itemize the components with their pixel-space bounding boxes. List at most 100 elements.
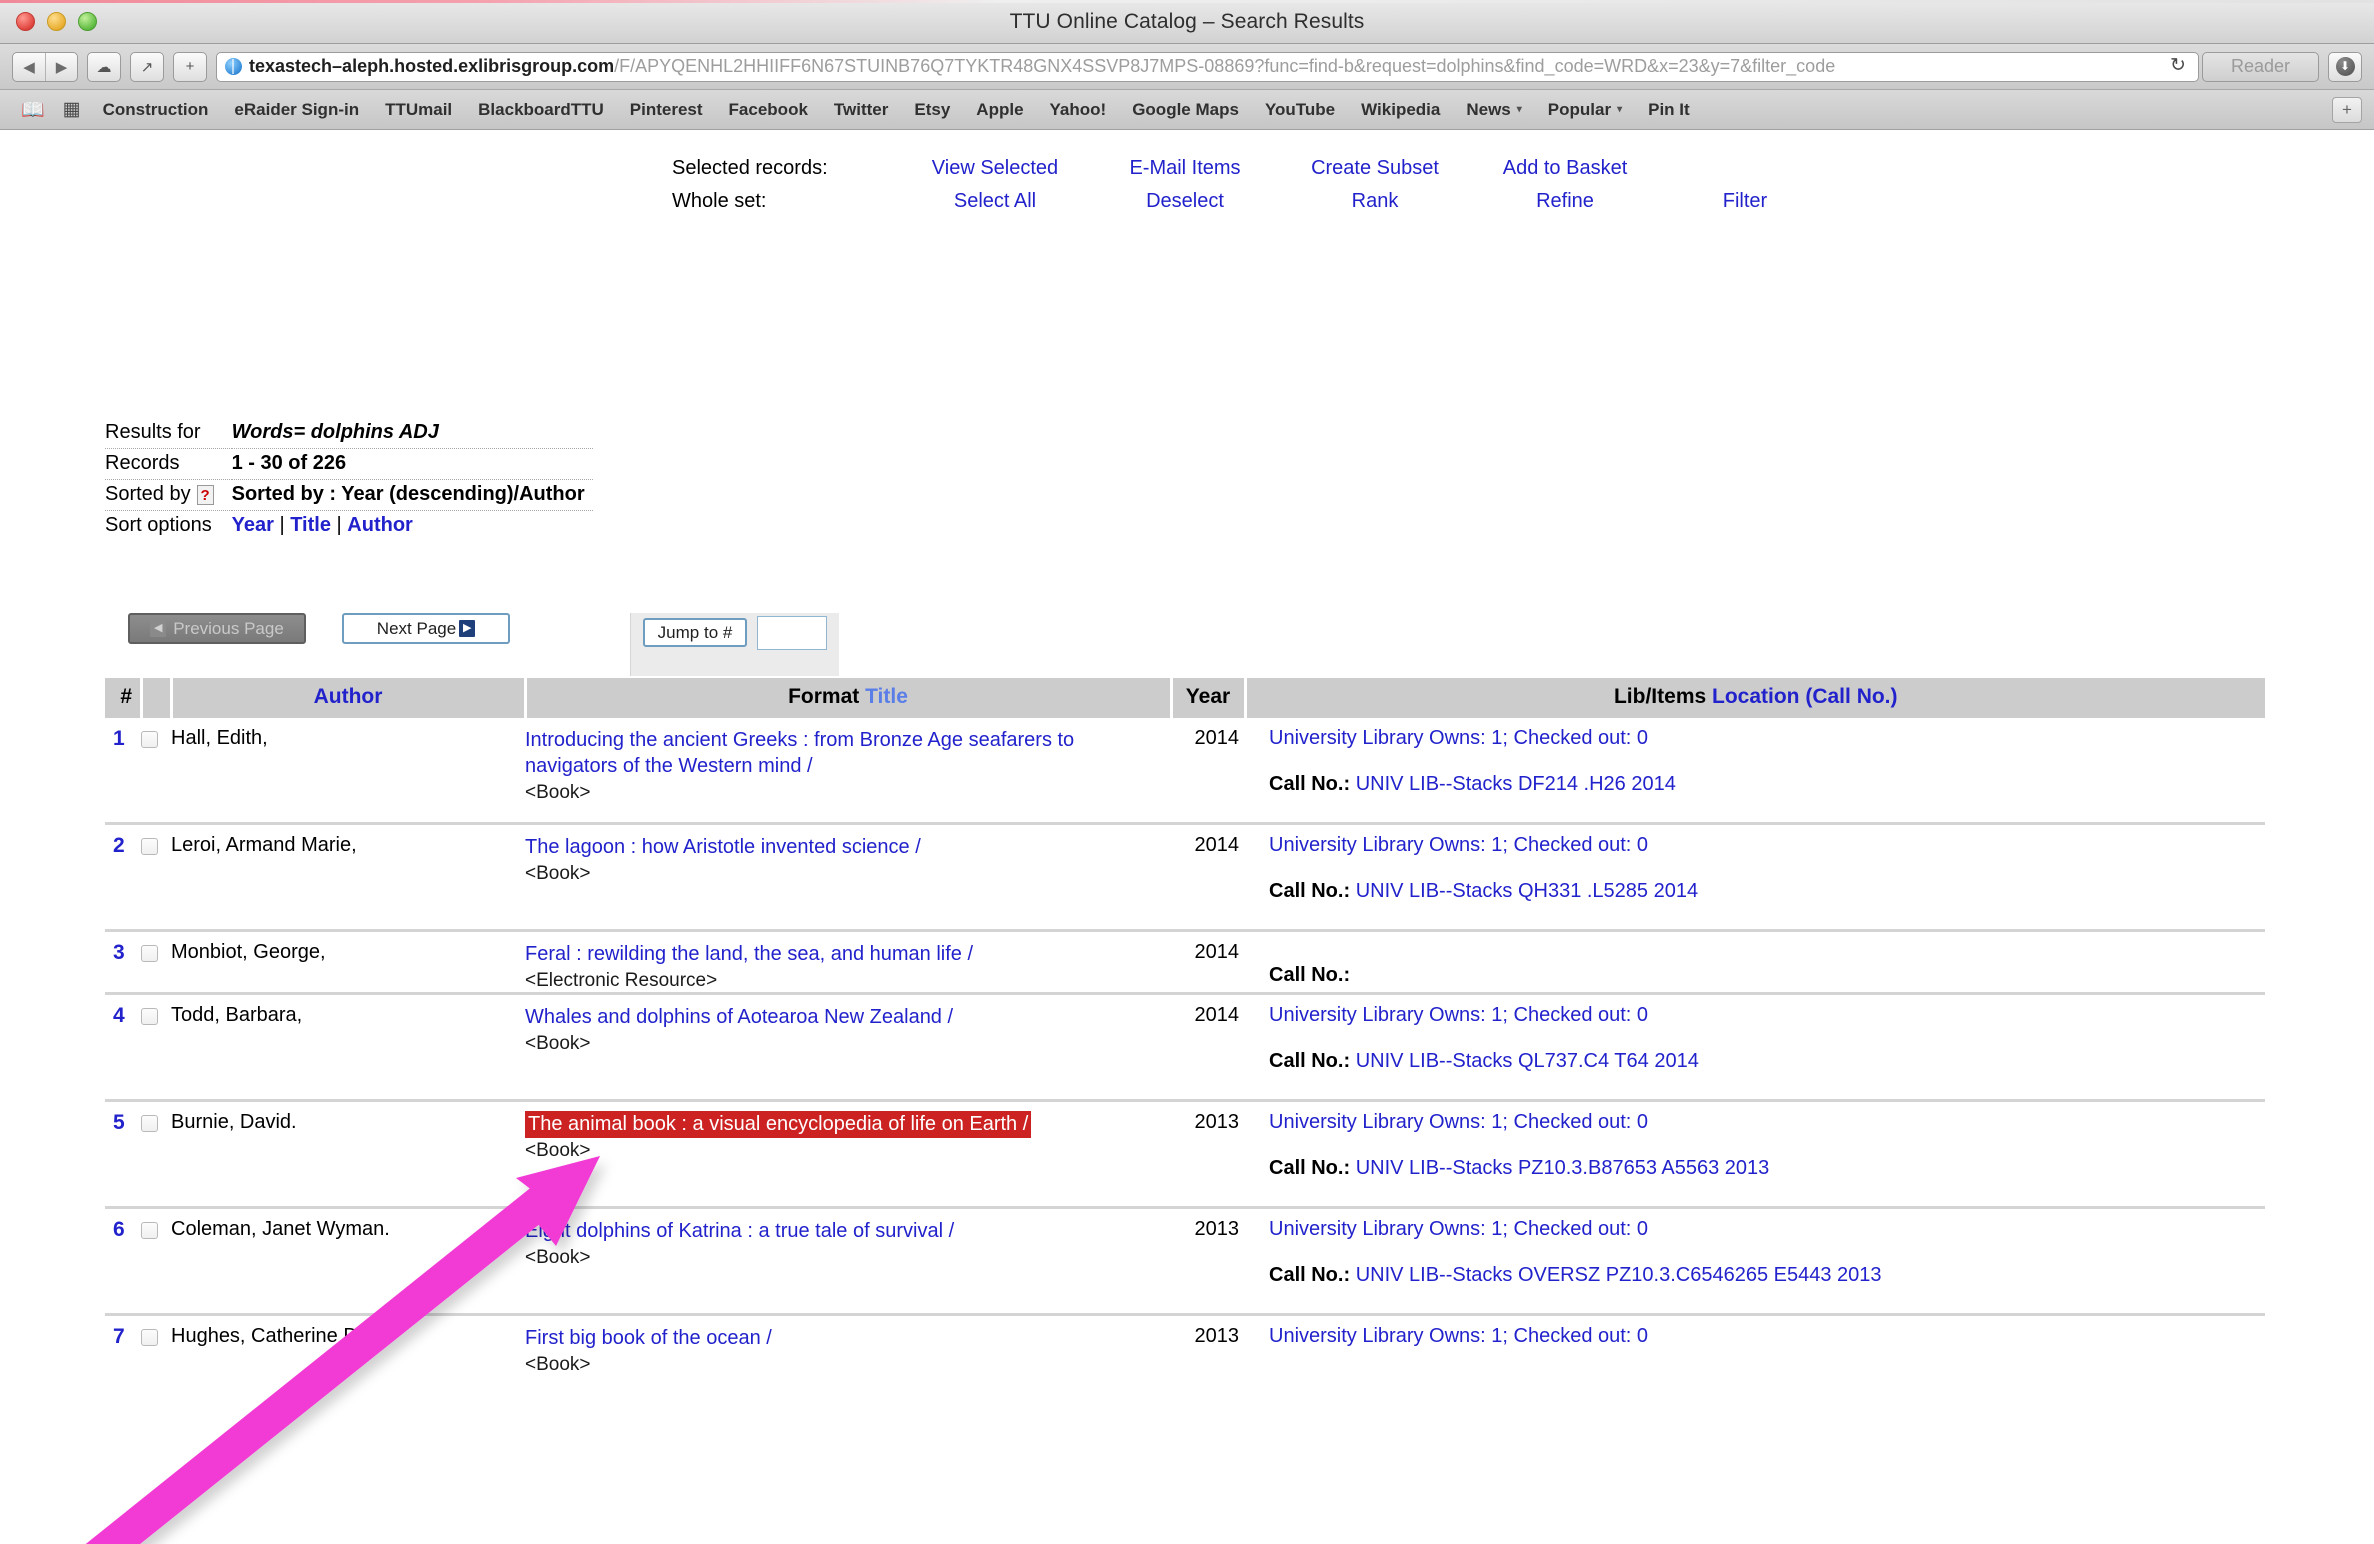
add-to-basket-link[interactable]: Add to Basket <box>1470 152 1660 185</box>
zoom-button[interactable] <box>78 12 97 31</box>
left-arrow-icon: ◀ <box>150 620 167 637</box>
bookmark-youtube[interactable]: YouTube <box>1252 100 1348 120</box>
row-year: 2013 <box>1171 1206 1245 1315</box>
email-items-link[interactable]: E-Mail Items <box>1090 152 1280 185</box>
row-select-cell[interactable] <box>141 1099 171 1208</box>
share-icon[interactable]: ↗ <box>130 51 164 82</box>
row-year: 2013 <box>1171 1313 1245 1376</box>
row-checkbox[interactable] <box>141 1115 158 1132</box>
row-select-cell[interactable] <box>141 992 171 1101</box>
forward-icon[interactable]: ▶ <box>45 52 77 81</box>
icloud-tabs-icon[interactable]: ☁ <box>87 51 121 82</box>
row-select-cell[interactable] <box>141 1206 171 1315</box>
table-row: 6 Coleman, Janet Wyman. Eight dolphins o… <box>105 1206 2265 1315</box>
bookmark-yahoo[interactable]: Yahoo! <box>1037 100 1120 120</box>
sort-by-year-link[interactable]: Year <box>232 514 274 536</box>
help-icon[interactable]: ? <box>196 484 214 505</box>
bookmark-label: TTUmail <box>385 99 453 119</box>
row-call-no-link[interactable]: UNIV LIB--Stacks OVERSZ PZ10.3.C6546265 … <box>1356 1264 1882 1286</box>
add-bookmark-button[interactable]: + <box>2332 96 2362 123</box>
select-all-link[interactable]: Select All <box>900 185 1090 218</box>
bookmark-etsy[interactable]: Etsy <box>901 100 963 120</box>
bookmark-construction[interactable]: Construction <box>90 100 222 120</box>
next-page-button[interactable]: Next Page ▶ <box>342 613 510 644</box>
header-format-title[interactable]: Format Title <box>525 678 1173 718</box>
bookmark-popular[interactable]: Popular ▾ <box>1535 100 1635 120</box>
row-call-no-link[interactable]: UNIV LIB--Stacks DF214 .H26 2014 <box>1356 773 1676 795</box>
bookmark-apple[interactable]: Apple <box>963 100 1036 120</box>
new-tab-icon[interactable]: + <box>173 51 207 82</box>
row-title-link[interactable]: Introducing the ancient Greeks : from Br… <box>525 729 1074 777</box>
row-checkbox[interactable] <box>141 945 158 962</box>
address-bar[interactable]: texastech–aleph.hosted.exlibrisgroup.com… <box>216 51 2199 82</box>
row-holdings-link[interactable]: University Library Owns: 1; Checked out:… <box>1269 1325 1648 1347</box>
bookmark-pin-it[interactable]: Pin It <box>1635 100 1703 120</box>
row-holdings-link[interactable]: University Library Owns: 1; Checked out:… <box>1269 834 1648 856</box>
row-title-cell: Feral : rewilding the land, the sea, and… <box>525 929 1171 994</box>
minimize-button[interactable] <box>47 12 66 31</box>
previous-page-button[interactable]: ◀ Previous Page <box>128 613 306 644</box>
filter-link[interactable]: Filter <box>1660 185 1830 218</box>
table-row: 4 Todd, Barbara, Whales and dolphins of … <box>105 992 2265 1101</box>
sort-by-author-link[interactable]: Author <box>347 514 413 536</box>
row-title-cell: Whales and dolphins of Aotearoa New Zeal… <box>525 992 1171 1101</box>
jump-to-button[interactable]: Jump to # <box>643 618 747 647</box>
row-title-cell: The lagoon : how Aristotle invented scie… <box>525 822 1171 931</box>
row-select-cell[interactable] <box>141 1313 171 1376</box>
bookmark-google-maps[interactable]: Google Maps <box>1119 100 1252 120</box>
row-location-cell: University Library Owns: 1; Checked out:… <box>1245 992 2265 1101</box>
bookmark-eraider-sign-in[interactable]: eRaider Sign-in <box>221 100 372 120</box>
jump-to-input[interactable] <box>757 616 827 650</box>
row-title-link[interactable]: The lagoon : how Aristotle invented scie… <box>525 836 921 858</box>
refine-link[interactable]: Refine <box>1470 185 1660 218</box>
bookmark-ttumail[interactable]: TTUmail <box>372 100 465 120</box>
row-call-no-link[interactable]: UNIV LIB--Stacks PZ10.3.B87653 A5563 201… <box>1356 1157 1770 1179</box>
bookmark-blackboardttu[interactable]: BlackboardTTU <box>465 100 617 120</box>
row-select-cell[interactable] <box>141 929 171 994</box>
bookmark-wikipedia[interactable]: Wikipedia <box>1348 100 1453 120</box>
header-author[interactable]: Author <box>171 678 527 718</box>
grid-icon[interactable]: ▦ <box>54 98 90 121</box>
row-checkbox[interactable] <box>141 1008 158 1025</box>
bookmark-label: Twitter <box>833 99 889 119</box>
row-checkbox[interactable] <box>141 1222 158 1239</box>
row-checkbox[interactable] <box>141 1329 158 1346</box>
sidebar-icon[interactable]: 📖 <box>12 98 54 122</box>
row-holdings-link[interactable]: University Library Owns: 1; Checked out:… <box>1269 1218 1648 1240</box>
bookmark-twitter[interactable]: Twitter <box>821 100 901 120</box>
row-call-no-link[interactable]: UNIV LIB--Stacks QL737.C4 T64 2014 <box>1356 1050 1699 1072</box>
row-holdings-link[interactable]: University Library Owns: 1; Checked out:… <box>1269 727 1648 749</box>
row-spacer <box>1269 903 2265 929</box>
row-title-link[interactable]: Feral : rewilding the land, the sea, and… <box>525 943 973 965</box>
downloads-button[interactable]: ⬇ <box>2328 51 2362 82</box>
row-title-link[interactable]: Whales and dolphins of Aotearoa New Zeal… <box>525 1006 953 1028</box>
row-select-cell[interactable] <box>141 718 171 824</box>
sort-sep-2: | <box>336 514 342 536</box>
sorted-by-text: Sorted by <box>105 483 191 505</box>
bookmark-news[interactable]: News ▾ <box>1453 100 1534 120</box>
row-title-link[interactable]: First big book of the ocean / <box>525 1327 772 1349</box>
deselect-link[interactable]: Deselect <box>1090 185 1280 218</box>
row-select-cell[interactable] <box>141 822 171 931</box>
row-call-no-link[interactable]: UNIV LIB--Stacks QH331 .L5285 2014 <box>1356 880 1698 902</box>
search-results-table: # Author Format Title Year Lib/Items Loc… <box>105 678 2265 1376</box>
close-button[interactable] <box>16 12 35 31</box>
row-number: 4 <box>105 992 141 1101</box>
create-subset-link[interactable]: Create Subset <box>1280 152 1470 185</box>
reload-icon[interactable]: ↻ <box>2164 54 2192 79</box>
row-holdings-link[interactable]: University Library Owns: 1; Checked out:… <box>1269 1111 1648 1133</box>
bookmark-pinterest[interactable]: Pinterest <box>617 100 716 120</box>
row-year: 2014 <box>1171 822 1245 931</box>
view-selected-link[interactable]: View Selected <box>900 152 1090 185</box>
header-lib-location[interactable]: Lib/Items Location (Call No.) <box>1245 678 2265 718</box>
reader-button[interactable]: Reader <box>2201 51 2319 82</box>
back-icon[interactable]: ◀ <box>13 53 45 81</box>
row-title-link-highlighted[interactable]: The animal book : a visual encyclopedia … <box>525 1111 1032 1138</box>
sort-by-title-link[interactable]: Title <box>290 514 331 536</box>
bookmark-facebook[interactable]: Facebook <box>716 100 821 120</box>
row-title-link[interactable]: Eight dolphins of Katrina : a true tale … <box>525 1220 954 1242</box>
row-checkbox[interactable] <box>141 731 158 748</box>
row-holdings-link[interactable]: University Library Owns: 1; Checked out:… <box>1269 1004 1648 1026</box>
rank-link[interactable]: Rank <box>1280 185 1470 218</box>
row-checkbox[interactable] <box>141 838 158 855</box>
